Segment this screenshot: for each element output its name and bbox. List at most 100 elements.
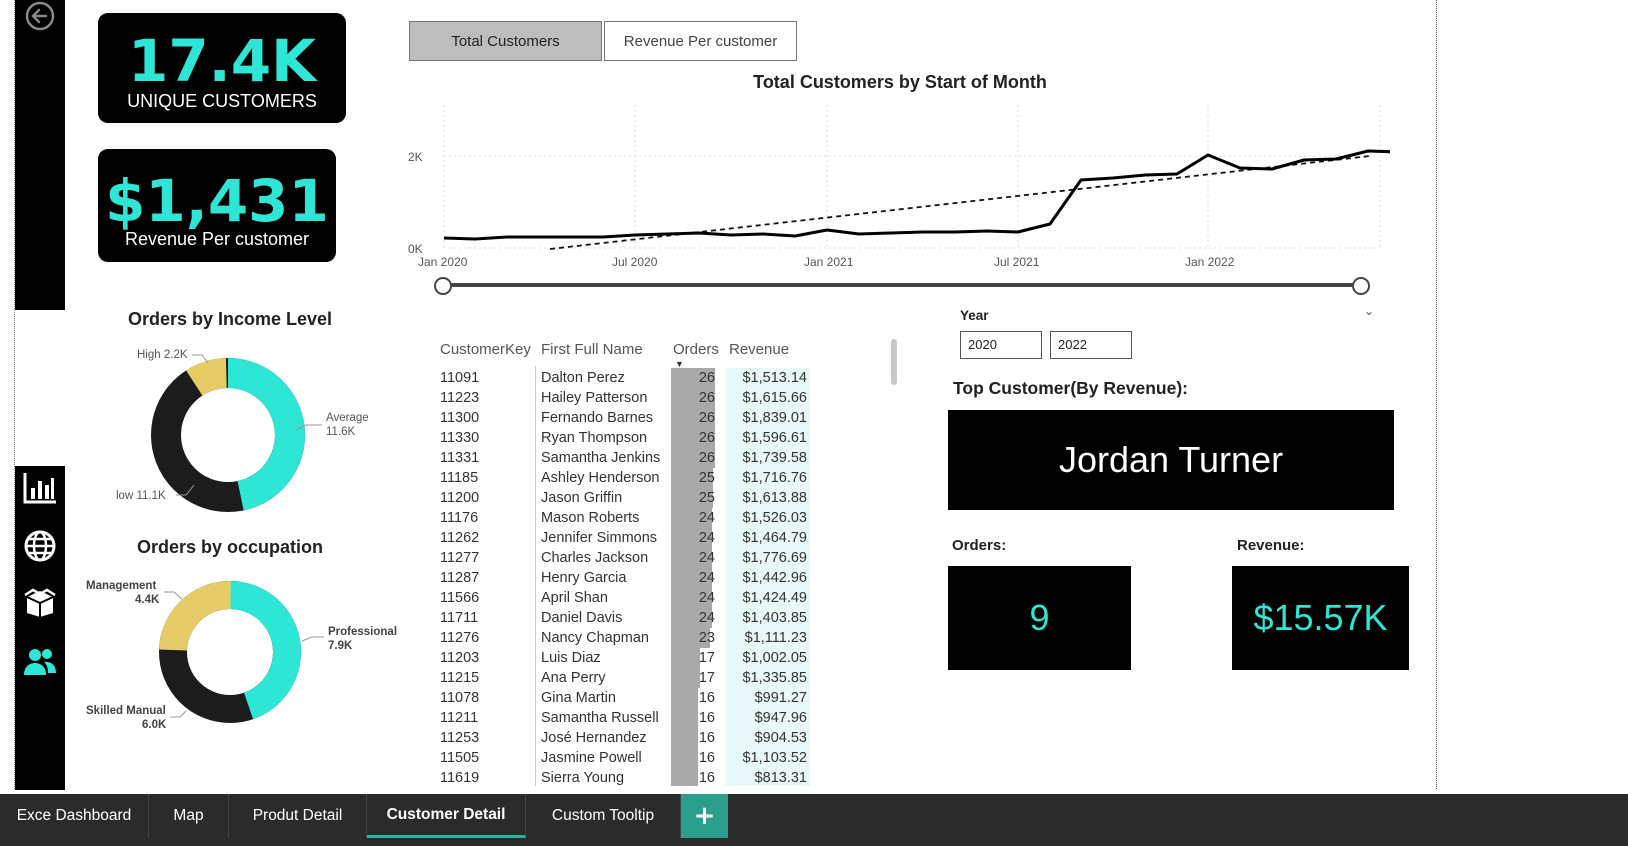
- income-chart-title: Orders by Income Level: [127, 309, 333, 329]
- cell-orders: 16: [698, 690, 715, 706]
- bar-chart-icon[interactable]: [15, 468, 65, 508]
- cell-orders: 26: [698, 430, 715, 446]
- total-customers-button[interactable]: Total Customers: [409, 21, 602, 61]
- cell-customerkey: 11566: [440, 590, 480, 606]
- table-row[interactable]: 11253 José Hernandez 16 $904.53: [435, 728, 810, 748]
- cell-revenue: $1,111.23: [744, 630, 807, 646]
- table-row[interactable]: 11505 Jasmine Powell 16 $1,103.52: [435, 748, 810, 768]
- table-row[interactable]: 11176 Mason Roberts 24 $1,526.03: [435, 508, 810, 528]
- table-row[interactable]: 11619 Sierra Young 16 $813.31: [435, 768, 810, 786]
- kpi-revenue-per-customer: $1,431 Revenue Per customer: [98, 149, 336, 262]
- cell-orders: 24: [698, 510, 715, 526]
- table-row[interactable]: 11078 Gina Martin 16 $991.27: [435, 688, 810, 708]
- cell-revenue: $1,613.88: [742, 490, 807, 506]
- revenue-per-customer-button[interactable]: Revenue Per customer: [604, 21, 797, 61]
- cell-revenue: $1,513.14: [742, 370, 807, 386]
- table-row[interactable]: 11566 April Shan 24 $1,424.49: [435, 588, 810, 608]
- label-skilled-manual-value: 6.0K: [142, 719, 167, 731]
- cell-first-full-name: Fernando Barnes: [541, 410, 654, 426]
- table-row[interactable]: 11711 Daniel Davis 24 $1,403.85: [435, 608, 810, 628]
- tab-customer-detail[interactable]: Customer Detail: [367, 794, 526, 838]
- tab-map[interactable]: Map: [149, 794, 229, 838]
- cell-customerkey: 11277: [440, 550, 480, 566]
- cell-revenue: $1,442.96: [742, 570, 807, 586]
- cell-first-full-name: Ryan Thompson: [541, 430, 648, 446]
- x-tick: Jan 2022: [1185, 255, 1235, 269]
- cell-customerkey: 11331: [440, 450, 480, 466]
- kpi-value: 17.4K: [127, 27, 317, 95]
- back-arrow-icon[interactable]: [15, 0, 65, 36]
- customers-line: [443, 149, 1390, 241]
- label-management-value: 4.4K: [135, 594, 160, 606]
- year-start-input[interactable]: 2020: [960, 331, 1042, 359]
- tab-produt-detail[interactable]: Produt Detail: [229, 794, 367, 838]
- table-row[interactable]: 11211 Samantha Russell 16 $947.96: [435, 708, 810, 728]
- table-row[interactable]: 11277 Charles Jackson 24 $1,776.69: [435, 548, 810, 568]
- cell-revenue: $1,839.01: [742, 410, 807, 426]
- cell-customerkey: 11176: [440, 510, 479, 526]
- x-tick: Jul 2020: [612, 255, 658, 269]
- cell-revenue: $1,739.58: [742, 450, 807, 466]
- y-tick-2k: 2K: [408, 150, 423, 164]
- table-row[interactable]: 11330 Ryan Thompson 26 $1,596.61: [435, 428, 810, 448]
- table-row[interactable]: 11300 Fernando Barnes 26 $1,839.01: [435, 408, 810, 428]
- orders-label: Orders:: [952, 537, 1007, 554]
- label-management: Management: [86, 580, 156, 592]
- cell-revenue: $1,776.69: [742, 550, 807, 566]
- chevron-down-icon[interactable]: ⌄: [1364, 304, 1374, 318]
- header-first-full-name[interactable]: First Full Name: [541, 341, 643, 358]
- tab-custom-tooltip[interactable]: Custom Tooltip: [526, 794, 681, 838]
- cell-first-full-name: Ashley Henderson: [541, 470, 660, 486]
- revenue-value: $15.57K: [1232, 566, 1409, 670]
- cell-customerkey: 11215: [440, 670, 480, 686]
- cell-revenue: $1,596.61: [742, 430, 807, 446]
- table-row[interactable]: 11276 Nancy Chapman 23 $1,111.23: [435, 628, 810, 648]
- kpi-label: Revenue Per customer: [124, 229, 310, 249]
- cell-first-full-name: Daniel Davis: [541, 610, 623, 626]
- globe-icon[interactable]: [15, 526, 65, 566]
- cell-orders: 26: [698, 370, 715, 386]
- cell-first-full-name: Ana Perry: [541, 670, 606, 686]
- cell-revenue: $947.96: [754, 710, 807, 726]
- date-range-start-handle[interactable]: [434, 277, 452, 295]
- kpi-value: $1,431: [105, 167, 329, 235]
- cell-first-full-name: Samantha Jenkins: [541, 450, 661, 466]
- cell-first-full-name: Samantha Russell: [541, 710, 659, 726]
- line-chart-title: Total Customers by Start of Month: [753, 72, 1047, 92]
- table-row[interactable]: 11223 Hailey Patterson 26 $1,615.66: [435, 388, 810, 408]
- cell-customerkey: 11078: [440, 690, 480, 706]
- table-row[interactable]: 11331 Samantha Jenkins 26 $1,739.58: [435, 448, 810, 468]
- table-row[interactable]: 11215 Ana Perry 17 $1,335.85: [435, 668, 810, 688]
- cell-customerkey: 11211: [440, 710, 479, 726]
- customers-icon[interactable]: [15, 642, 65, 682]
- top-customer-title: Top Customer(By Revenue):: [953, 378, 1188, 398]
- tab-exce-dashboard[interactable]: Exce Dashboard: [0, 794, 149, 838]
- header-revenue[interactable]: Revenue: [729, 341, 789, 358]
- year-end-input[interactable]: 2022: [1050, 331, 1132, 359]
- table-scrollbar[interactable]: [891, 339, 897, 385]
- cell-orders: 26: [698, 450, 715, 466]
- cell-orders: 23: [698, 630, 715, 646]
- table-row[interactable]: 11091 Dalton Perez 26 $1,513.14: [435, 368, 810, 388]
- occupation-chart-title: Orders by occupation: [136, 537, 324, 557]
- table-row[interactable]: 11185 Ashley Henderson 25 $1,716.76: [435, 468, 810, 488]
- product-box-icon[interactable]: [15, 583, 65, 623]
- cell-customerkey: 11330: [440, 430, 480, 446]
- cell-revenue: $904.53: [754, 730, 807, 746]
- cell-first-full-name: Nancy Chapman: [541, 630, 649, 646]
- add-page-button[interactable]: +: [681, 794, 728, 838]
- label-low: low 11.1K: [116, 490, 166, 502]
- header-orders[interactable]: Orders: [673, 341, 719, 358]
- cell-first-full-name: Charles Jackson: [541, 550, 649, 566]
- table-row[interactable]: 11200 Jason Griffin 25 $1,613.88: [435, 488, 810, 508]
- cell-revenue: $1,615.66: [742, 390, 807, 406]
- cell-customerkey: 11203: [440, 650, 480, 666]
- cell-revenue: $1,403.85: [742, 610, 807, 626]
- table-row[interactable]: 11203 Luis Diaz 17 $1,002.05: [435, 648, 810, 668]
- table-row[interactable]: 11287 Henry Garcia 24 $1,442.96: [435, 568, 810, 588]
- date-range-end-handle[interactable]: [1352, 277, 1370, 295]
- table-row[interactable]: 11262 Jennifer Simmons 24 $1,464.79: [435, 528, 810, 548]
- cell-customerkey: 11711: [440, 610, 479, 626]
- x-tick: Jul 2021: [994, 255, 1040, 269]
- header-customerkey[interactable]: CustomerKey: [440, 341, 531, 358]
